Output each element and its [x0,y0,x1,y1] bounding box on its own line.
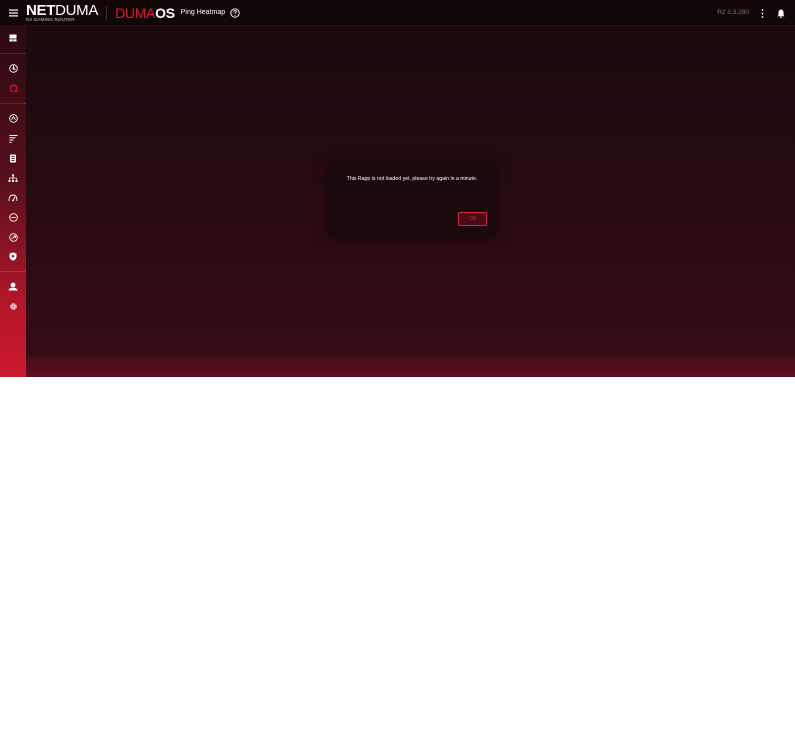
sidebar-item-traffic-prioritization[interactable] [0,129,26,147]
gear-icon [9,302,17,310]
firmware-version: R2 3.3.280 [717,9,749,16]
sidebar-item-network-speed[interactable] [0,228,26,246]
sidebar-item-security[interactable] [0,247,26,265]
sidebar-divider [0,271,26,272]
sidebar-divider [0,53,26,54]
dashboard-icon [9,34,17,42]
geo-filter-icon [8,63,18,73]
more-vertical-icon[interactable] [757,7,767,19]
netduma-logo: NETDUMA R2 GAMING ROUTER [26,3,98,23]
speed-test-icon [8,194,18,202]
qos-icon [10,154,16,162]
dumaos-duma-text: DUMA [115,4,156,21]
dumaos-os-text: OS [155,4,175,21]
user-icon [8,282,18,290]
sidebar-item-speed-test[interactable] [0,189,26,207]
sidebar-item-device-manager[interactable] [0,169,26,187]
rapp-not-loaded-dialog: This Rapp is not loaded yet, please try … [329,165,495,237]
ping-heatmap-icon [9,83,17,92]
sidebar-item-ping-heatmap[interactable] [0,79,26,97]
device-manager-icon [8,173,18,182]
hamburger-menu-icon[interactable] [0,0,26,26]
app-window: NETDUMA R2 GAMING ROUTER DUMA OS Ping Hea… [0,0,795,377]
content-footer [26,357,795,377]
sidebar-item-ad-block[interactable] [0,208,26,226]
top-bar: NETDUMA R2 GAMING ROUTER DUMA OS Ping Hea… [0,0,795,26]
shield-icon [9,251,17,261]
sidebar-item-network-monitor[interactable] [0,109,26,127]
page-title: Ping Heatmap [180,9,226,16]
dialog-message: This Rapp is not loaded yet, please try … [346,176,478,182]
ad-block-icon [8,212,18,222]
dumaos-logo: DUMA OS [115,5,175,21]
sidebar-item-user[interactable] [0,277,26,295]
ok-button[interactable]: OK [458,212,487,226]
logo-tagline: R2 GAMING ROUTER [26,16,75,22]
sidebar [0,26,26,377]
network-monitor-icon [8,113,18,123]
network-speed-icon [8,232,18,242]
sidebar-item-qos[interactable] [0,149,26,167]
help-circle-icon[interactable] [230,7,240,18]
header-divider [106,5,108,20]
sidebar-divider [0,103,26,104]
traffic-prioritization-icon [9,134,17,143]
sidebar-item-geo-filter[interactable] [0,59,26,77]
sidebar-item-settings[interactable] [0,297,26,315]
bell-icon[interactable] [776,7,786,19]
sidebar-item-dashboard[interactable] [0,29,26,47]
